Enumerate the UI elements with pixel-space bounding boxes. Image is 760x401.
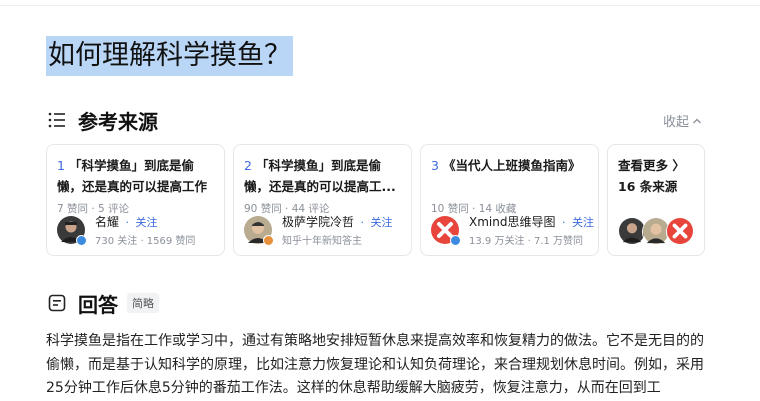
source-card-title: 2 「科学摸鱼」到底是偷懒，还是真的可以提高工... [244,158,396,194]
author-stats: 730 关注 · 1569 赞同 [95,236,196,247]
source-card-title: 3 《当代人上班摸鱼指南》 [431,158,581,173]
source-author: Xmind思维导图 · 关注 13.9 万关注 · 7.1 万赞同 [431,213,594,247]
avatar[interactable] [57,216,87,246]
source-number: 2 [244,158,252,173]
author-name[interactable]: Xmind思维导图 [469,215,555,229]
sources-title: 参考来源 [78,109,158,134]
verified-badge-icon [263,235,274,246]
author-stats: 知乎十年新知答主 [282,236,362,247]
author-name[interactable]: 极萨学院冷哲 [282,215,354,229]
source-card-1[interactable]: 1「科学摸鱼」到底是偷懒，还是真的可以提高工作效... 7 赞同 · 5 评论 … [46,144,225,256]
top-divider [0,5,760,6]
see-more-link[interactable]: 查看更多 〉 [618,155,694,176]
author-name[interactable]: 名耀 [95,215,119,229]
follow-button[interactable]: 关注 [572,216,594,229]
source-author: 名耀 · 关注 730 关注 · 1569 赞同 [57,213,195,247]
question-title: 如何理解科学摸鱼？ [46,36,293,76]
source-card-3[interactable]: 3 《当代人上班摸鱼指南》 10 赞同 · 14 收藏 Xmind思维导图 · 关… [420,144,599,256]
source-count: 16 条来源 [618,179,678,194]
sources-header: 参考来源 [48,106,158,134]
more-sources-card[interactable]: 查看更多 〉 16 条来源 [607,144,705,256]
avatar [666,217,696,247]
list-icon [48,112,65,128]
author-stats: 13.9 万关注 · 7.1 万赞同 [469,236,584,247]
collapse-button[interactable]: 收起 [663,111,702,130]
summary-tag: 简略 [127,293,159,313]
answer-header: 回答 简略 [48,290,159,317]
answer-title: 回答 [78,292,118,317]
source-author: 极萨学院冷哲 · 关注 知乎十年新知答主 [244,213,393,247]
verified-badge-icon [76,235,87,246]
answer-text: 科学摸鱼是指在工作或学习中，通过有策略地安排短暂休息来提高效率和恢复精力的做法。… [46,333,704,396]
source-number: 1 [57,158,65,173]
verified-badge-icon [450,235,461,246]
collapse-label: 收起 [662,115,689,130]
follow-button[interactable]: 关注 [371,216,393,229]
answer-body: 科学摸鱼是指在工作或学习中，通过有策略地安排短暂休息来提高效率和恢复精力的做法。… [46,330,716,401]
document-icon [48,294,66,312]
source-card-2[interactable]: 2 「科学摸鱼」到底是偷懒，还是真的可以提高工... 90 赞同 · 44 评论 … [233,144,412,256]
avatar[interactable] [431,216,461,246]
source-card-title: 1「科学摸鱼」到底是偷懒，还是真的可以提高工作效... [57,158,208,194]
avatar[interactable] [244,216,274,246]
source-number: 3 [431,158,439,173]
follow-button[interactable]: 关注 [136,216,158,229]
avatar-stack [618,217,696,247]
chevron-up-icon [693,118,701,123]
